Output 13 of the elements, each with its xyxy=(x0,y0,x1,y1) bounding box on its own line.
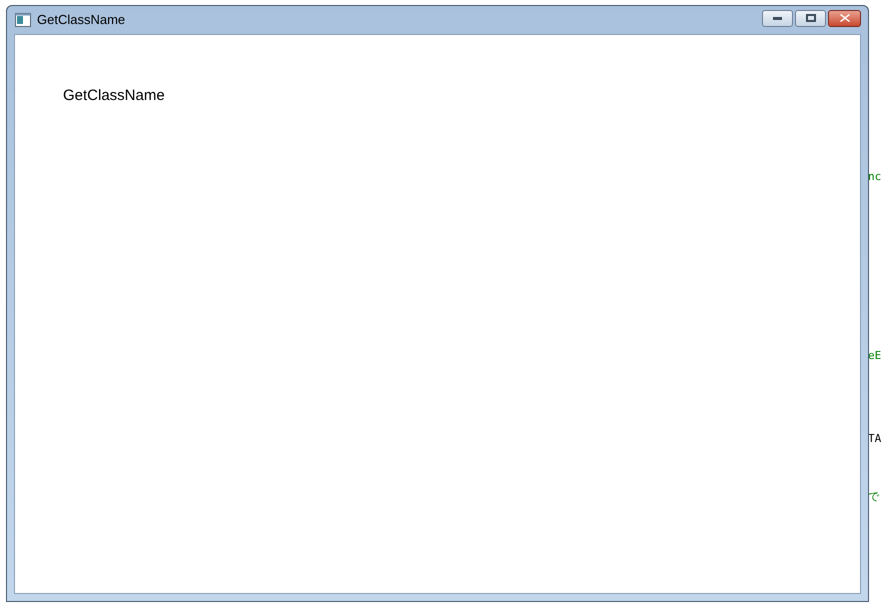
app-window-icon xyxy=(15,13,31,27)
maximize-icon xyxy=(806,14,816,22)
code-fragment: TA xyxy=(868,432,882,446)
code-fragment: で xyxy=(868,490,879,504)
code-fragment: nc xyxy=(868,170,882,184)
maximize-button[interactable] xyxy=(795,10,826,26)
window-text: GetClassName xyxy=(63,87,165,104)
code-fragment: eE xyxy=(868,349,882,363)
close-icon xyxy=(840,14,850,22)
window-title: GetClassName xyxy=(37,11,126,30)
close-button[interactable] xyxy=(828,10,861,26)
minimize-icon xyxy=(773,16,782,20)
minimize-button[interactable] xyxy=(762,10,793,26)
